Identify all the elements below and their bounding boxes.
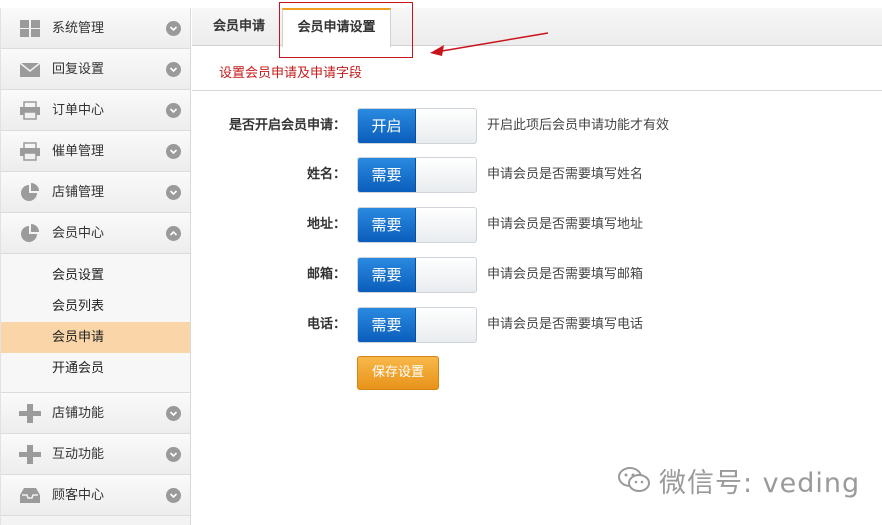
toggle-on-label: 需要 bbox=[358, 158, 416, 192]
phone-required-toggle[interactable]: 需要 bbox=[357, 307, 477, 343]
sidebar-item-system[interactable]: 系统管理 bbox=[1, 8, 190, 49]
tab-member-apply[interactable]: 会员申请 bbox=[198, 8, 280, 46]
sidebar-item-label: 催单管理 bbox=[52, 144, 105, 159]
field-label: 邮箱： bbox=[306, 267, 346, 282]
wechat-logo-icon bbox=[618, 467, 650, 492]
envelope-icon bbox=[19, 62, 41, 77]
pie-chart-icon bbox=[21, 183, 39, 201]
sidebar-item-store-functions[interactable]: 店铺功能 bbox=[1, 393, 190, 434]
toggle-on-label: 需要 bbox=[358, 208, 416, 242]
form-row-address: 地址： 需要 申请会员是否需要填写地址 bbox=[192, 207, 882, 243]
chevron-down-icon[interactable] bbox=[166, 447, 181, 462]
field-label: 电话： bbox=[306, 317, 346, 332]
name-required-toggle[interactable]: 需要 bbox=[357, 157, 477, 193]
sidebar-subitem-member-list[interactable]: 会员列表 bbox=[1, 291, 190, 322]
sidebar-item-label: 店铺功能 bbox=[52, 406, 105, 421]
chevron-down-icon[interactable] bbox=[166, 406, 181, 421]
pie-chart-icon bbox=[21, 224, 39, 242]
sidebar-item-reminders[interactable]: 催单管理 bbox=[1, 131, 190, 172]
printer-icon bbox=[20, 142, 40, 161]
address-required-toggle[interactable]: 需要 bbox=[357, 207, 477, 243]
sidebar-item-label: 店铺管理 bbox=[52, 185, 105, 200]
sidebar: 系统管理 回复设置 订单中心 催单管理 店铺管理 会员中心 会员设置 会员列表 … bbox=[0, 8, 191, 525]
sidebar-item-members[interactable]: 会员中心 bbox=[1, 213, 190, 254]
email-required-toggle[interactable]: 需要 bbox=[357, 257, 477, 293]
sidebar-item-label: 回复设置 bbox=[52, 62, 105, 77]
sidebar-item-customers[interactable]: 顾客中心 bbox=[1, 475, 190, 516]
inbox-icon bbox=[20, 488, 40, 503]
sidebar-subitem-open-member[interactable]: 开通会员 bbox=[1, 353, 190, 384]
form-row-phone: 电话： 需要 申请会员是否需要填写电话 bbox=[192, 307, 882, 343]
plus-icon bbox=[19, 404, 41, 423]
field-hint: 申请会员是否需要填写地址 bbox=[487, 217, 644, 232]
grid-icon bbox=[20, 20, 40, 37]
field-hint: 申请会员是否需要填写邮箱 bbox=[487, 267, 644, 282]
field-hint: 申请会员是否需要填写姓名 bbox=[487, 167, 644, 182]
form-row-enable-apply: 是否开启会员申请： 开启 开启此项后会员申请功能才有效 bbox=[192, 108, 882, 144]
chevron-down-icon[interactable] bbox=[166, 103, 181, 118]
toggle-on-label: 开启 bbox=[358, 109, 416, 143]
field-hint: 开启此项后会员申请功能才有效 bbox=[487, 118, 670, 133]
toggle-on-label: 需要 bbox=[358, 308, 416, 342]
divider bbox=[192, 90, 882, 91]
annotation-arrow-icon bbox=[430, 32, 549, 56]
chevron-up-icon[interactable] bbox=[166, 226, 181, 241]
save-settings-button[interactable]: 保存设置 bbox=[357, 356, 439, 390]
watermark-text: 微信号: veding bbox=[659, 467, 861, 499]
plus-icon bbox=[19, 445, 41, 464]
field-label: 姓名： bbox=[306, 167, 346, 182]
chevron-down-icon[interactable] bbox=[166, 488, 181, 503]
sidebar-item-orders[interactable]: 订单中心 bbox=[1, 90, 190, 131]
sidebar-item-label: 订单中心 bbox=[52, 103, 105, 118]
sidebar-item-label: 互动功能 bbox=[52, 447, 105, 462]
sidebar-item-interaction[interactable]: 互动功能 bbox=[1, 434, 190, 475]
chevron-down-icon[interactable] bbox=[166, 185, 181, 200]
sidebar-item-label: 系统管理 bbox=[52, 21, 105, 36]
sidebar-item-reply[interactable]: 回复设置 bbox=[1, 49, 190, 90]
sidebar-item-label: 顾客中心 bbox=[52, 488, 105, 503]
enable-apply-toggle[interactable]: 开启 bbox=[357, 108, 477, 144]
chevron-down-icon[interactable] bbox=[166, 62, 181, 77]
form-row-email: 邮箱： 需要 申请会员是否需要填写邮箱 bbox=[192, 257, 882, 293]
watermark: 微信号: veding bbox=[617, 460, 860, 500]
field-hint: 申请会员是否需要填写电话 bbox=[487, 317, 644, 332]
chevron-down-icon[interactable] bbox=[166, 144, 181, 159]
sidebar-subitem-member-settings[interactable]: 会员设置 bbox=[1, 260, 190, 291]
members-submenu: 会员设置 会员列表 会员申请 开通会员 bbox=[1, 254, 190, 393]
form-row-name: 姓名： 需要 申请会员是否需要填写姓名 bbox=[192, 157, 882, 193]
chevron-down-icon[interactable] bbox=[166, 21, 181, 36]
sidebar-subitem-member-apply[interactable]: 会员申请 bbox=[1, 322, 190, 353]
field-label: 地址： bbox=[306, 217, 346, 232]
field-label: 是否开启会员申请： bbox=[228, 118, 346, 133]
sidebar-item-label: 会员中心 bbox=[52, 226, 105, 241]
printer-icon bbox=[20, 101, 40, 120]
page-subtitle: 设置会员申请及申请字段 bbox=[219, 66, 363, 81]
toggle-on-label: 需要 bbox=[358, 258, 416, 292]
annotation-highlight-box bbox=[279, 2, 413, 58]
sidebar-item-stores[interactable]: 店铺管理 bbox=[1, 172, 190, 213]
